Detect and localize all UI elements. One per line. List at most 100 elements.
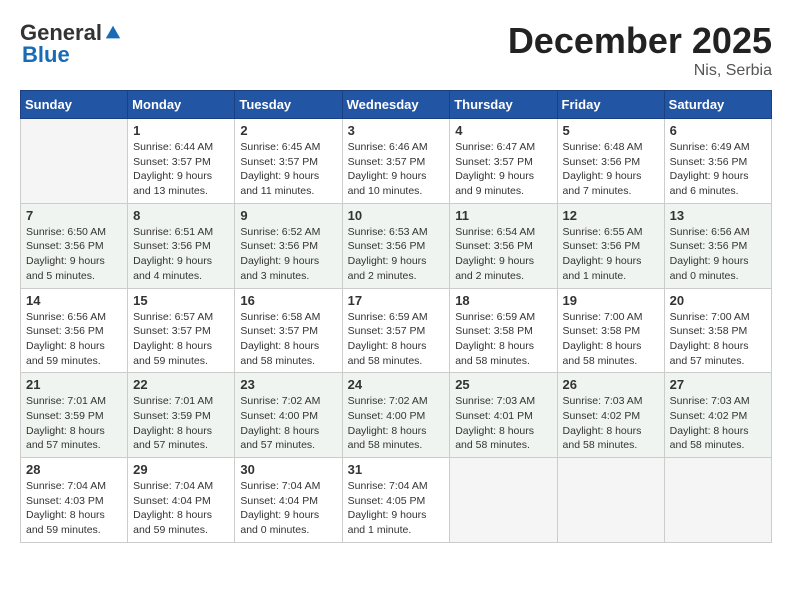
page-header: General Blue December 2025 Nis, Serbia: [20, 20, 772, 80]
day-number: 8: [133, 208, 229, 223]
day-number: 1: [133, 123, 229, 138]
day-number: 25: [455, 377, 551, 392]
day-number: 13: [670, 208, 766, 223]
cell-info: Sunrise: 7:04 AM Sunset: 4:04 PM Dayligh…: [240, 479, 336, 538]
day-number: 21: [26, 377, 122, 392]
cell-info: Sunrise: 6:45 AM Sunset: 3:57 PM Dayligh…: [240, 140, 336, 199]
cell-info: Sunrise: 7:00 AM Sunset: 3:58 PM Dayligh…: [670, 310, 766, 369]
cell-info: Sunrise: 6:52 AM Sunset: 3:56 PM Dayligh…: [240, 225, 336, 284]
day-number: 24: [348, 377, 445, 392]
calendar-cell: [450, 458, 557, 543]
cell-info: Sunrise: 7:02 AM Sunset: 4:00 PM Dayligh…: [348, 394, 445, 453]
cell-info: Sunrise: 6:59 AM Sunset: 3:58 PM Dayligh…: [455, 310, 551, 369]
calendar-cell: 11Sunrise: 6:54 AM Sunset: 3:56 PM Dayli…: [450, 203, 557, 288]
day-number: 26: [563, 377, 659, 392]
cell-info: Sunrise: 6:46 AM Sunset: 3:57 PM Dayligh…: [348, 140, 445, 199]
day-number: 4: [455, 123, 551, 138]
calendar-cell: 6Sunrise: 6:49 AM Sunset: 3:56 PM Daylig…: [664, 119, 771, 204]
cell-info: Sunrise: 6:56 AM Sunset: 3:56 PM Dayligh…: [26, 310, 122, 369]
calendar-cell: 9Sunrise: 6:52 AM Sunset: 3:56 PM Daylig…: [235, 203, 342, 288]
col-header-sunday: Sunday: [21, 91, 128, 119]
cell-info: Sunrise: 7:01 AM Sunset: 3:59 PM Dayligh…: [26, 394, 122, 453]
calendar-cell: 12 Sunrise: 6:55 AM Sunset: 3:56 PM Dayli…: [557, 203, 664, 288]
calendar-week-row: 1 Sunrise: 6:44 AM Sunset: 3:57 PM Daylig…: [21, 119, 772, 204]
calendar-week-row: 28 Sunrise: 7:04 AM Sunset: 4:03 PM Dayli…: [21, 458, 772, 543]
calendar-table: SundayMondayTuesdayWednesdayThursdayFrid…: [20, 90, 772, 543]
calendar-cell: 25 Sunrise: 7:03 AM Sunset: 4:01 PM Dayli…: [450, 373, 557, 458]
calendar-cell: 13Sunrise: 6:56 AM Sunset: 3:56 PM Dayli…: [664, 203, 771, 288]
calendar-cell: 20 Sunrise: 7:00 AM Sunset: 3:58 PM Dayli…: [664, 288, 771, 373]
col-header-friday: Friday: [557, 91, 664, 119]
calendar-cell: 30 Sunrise: 7:04 AM Sunset: 4:04 PM Dayli…: [235, 458, 342, 543]
month-title: December 2025: [508, 20, 772, 62]
day-number: 28: [26, 462, 122, 477]
logo-blue: Blue: [22, 42, 70, 67]
calendar-week-row: 14 Sunrise: 6:56 AM Sunset: 3:56 PM Dayli…: [21, 288, 772, 373]
cell-info: Sunrise: 6:53 AM Sunset: 3:56 PM Dayligh…: [348, 225, 445, 284]
logo: General Blue: [20, 20, 122, 68]
day-number: 3: [348, 123, 445, 138]
cell-info: Sunrise: 6:57 AM Sunset: 3:57 PM Dayligh…: [133, 310, 229, 369]
calendar-cell: 7 Sunrise: 6:50 AM Sunset: 3:56 PM Daylig…: [21, 203, 128, 288]
calendar-cell: [664, 458, 771, 543]
calendar-cell: 23Sunrise: 7:02 AM Sunset: 4:00 PM Dayli…: [235, 373, 342, 458]
day-number: 6: [670, 123, 766, 138]
cell-info: Sunrise: 7:00 AM Sunset: 3:58 PM Dayligh…: [563, 310, 659, 369]
calendar-cell: 3 Sunrise: 6:46 AM Sunset: 3:57 PM Daylig…: [342, 119, 450, 204]
calendar-header-row: SundayMondayTuesdayWednesdayThursdayFrid…: [21, 91, 772, 119]
cell-info: Sunrise: 6:59 AM Sunset: 3:57 PM Dayligh…: [348, 310, 445, 369]
calendar-cell: 24 Sunrise: 7:02 AM Sunset: 4:00 PM Dayli…: [342, 373, 450, 458]
cell-info: Sunrise: 7:03 AM Sunset: 4:01 PM Dayligh…: [455, 394, 551, 453]
calendar-cell: 29 Sunrise: 7:04 AM Sunset: 4:04 PM Dayli…: [128, 458, 235, 543]
calendar-cell: 14 Sunrise: 6:56 AM Sunset: 3:56 PM Dayli…: [21, 288, 128, 373]
day-number: 23: [240, 377, 336, 392]
col-header-wednesday: Wednesday: [342, 91, 450, 119]
cell-info: Sunrise: 6:50 AM Sunset: 3:56 PM Dayligh…: [26, 225, 122, 284]
logo-icon: [104, 24, 122, 42]
calendar-cell: 10 Sunrise: 6:53 AM Sunset: 3:56 PM Dayli…: [342, 203, 450, 288]
cell-info: Sunrise: 6:47 AM Sunset: 3:57 PM Dayligh…: [455, 140, 551, 199]
calendar-cell: 22Sunrise: 7:01 AM Sunset: 3:59 PM Dayli…: [128, 373, 235, 458]
calendar-cell: [557, 458, 664, 543]
calendar-cell: 1 Sunrise: 6:44 AM Sunset: 3:57 PM Daylig…: [128, 119, 235, 204]
col-header-tuesday: Tuesday: [235, 91, 342, 119]
day-number: 5: [563, 123, 659, 138]
calendar-cell: 28 Sunrise: 7:04 AM Sunset: 4:03 PM Dayli…: [21, 458, 128, 543]
day-number: 2: [240, 123, 336, 138]
day-number: 10: [348, 208, 445, 223]
day-number: 19: [563, 293, 659, 308]
calendar-cell: 18Sunrise: 6:59 AM Sunset: 3:58 PM Dayli…: [450, 288, 557, 373]
day-number: 12: [563, 208, 659, 223]
calendar-cell: 15 Sunrise: 6:57 AM Sunset: 3:57 PM Dayli…: [128, 288, 235, 373]
day-number: 27: [670, 377, 766, 392]
cell-info: Sunrise: 6:55 AM Sunset: 3:56 PM Dayligh…: [563, 225, 659, 284]
day-number: 29: [133, 462, 229, 477]
day-number: 31: [348, 462, 445, 477]
day-number: 30: [240, 462, 336, 477]
location: Nis, Serbia: [508, 62, 772, 80]
calendar-cell: 4 Sunrise: 6:47 AM Sunset: 3:57 PM Daylig…: [450, 119, 557, 204]
calendar-cell: 2 Sunrise: 6:45 AM Sunset: 3:57 PM Daylig…: [235, 119, 342, 204]
col-header-monday: Monday: [128, 91, 235, 119]
day-number: 7: [26, 208, 122, 223]
cell-info: Sunrise: 6:51 AM Sunset: 3:56 PM Dayligh…: [133, 225, 229, 284]
cell-info: Sunrise: 7:04 AM Sunset: 4:03 PM Dayligh…: [26, 479, 122, 538]
day-number: 17: [348, 293, 445, 308]
calendar-cell: 16Sunrise: 6:58 AM Sunset: 3:57 PM Dayli…: [235, 288, 342, 373]
day-number: 11: [455, 208, 551, 223]
cell-info: Sunrise: 6:58 AM Sunset: 3:57 PM Dayligh…: [240, 310, 336, 369]
calendar-cell: 8 Sunrise: 6:51 AM Sunset: 3:56 PM Daylig…: [128, 203, 235, 288]
calendar-cell: 17 Sunrise: 6:59 AM Sunset: 3:57 PM Dayli…: [342, 288, 450, 373]
cell-info: Sunrise: 6:44 AM Sunset: 3:57 PM Dayligh…: [133, 140, 229, 199]
calendar-cell: 19 Sunrise: 7:00 AM Sunset: 3:58 PM Dayli…: [557, 288, 664, 373]
cell-info: Sunrise: 6:48 AM Sunset: 3:56 PM Dayligh…: [563, 140, 659, 199]
col-header-saturday: Saturday: [664, 91, 771, 119]
day-number: 20: [670, 293, 766, 308]
calendar-cell: [21, 119, 128, 204]
col-header-thursday: Thursday: [450, 91, 557, 119]
day-number: 15: [133, 293, 229, 308]
cell-info: Sunrise: 7:04 AM Sunset: 4:04 PM Dayligh…: [133, 479, 229, 538]
day-number: 14: [26, 293, 122, 308]
cell-info: Sunrise: 7:03 AM Sunset: 4:02 PM Dayligh…: [670, 394, 766, 453]
calendar-week-row: 7 Sunrise: 6:50 AM Sunset: 3:56 PM Daylig…: [21, 203, 772, 288]
